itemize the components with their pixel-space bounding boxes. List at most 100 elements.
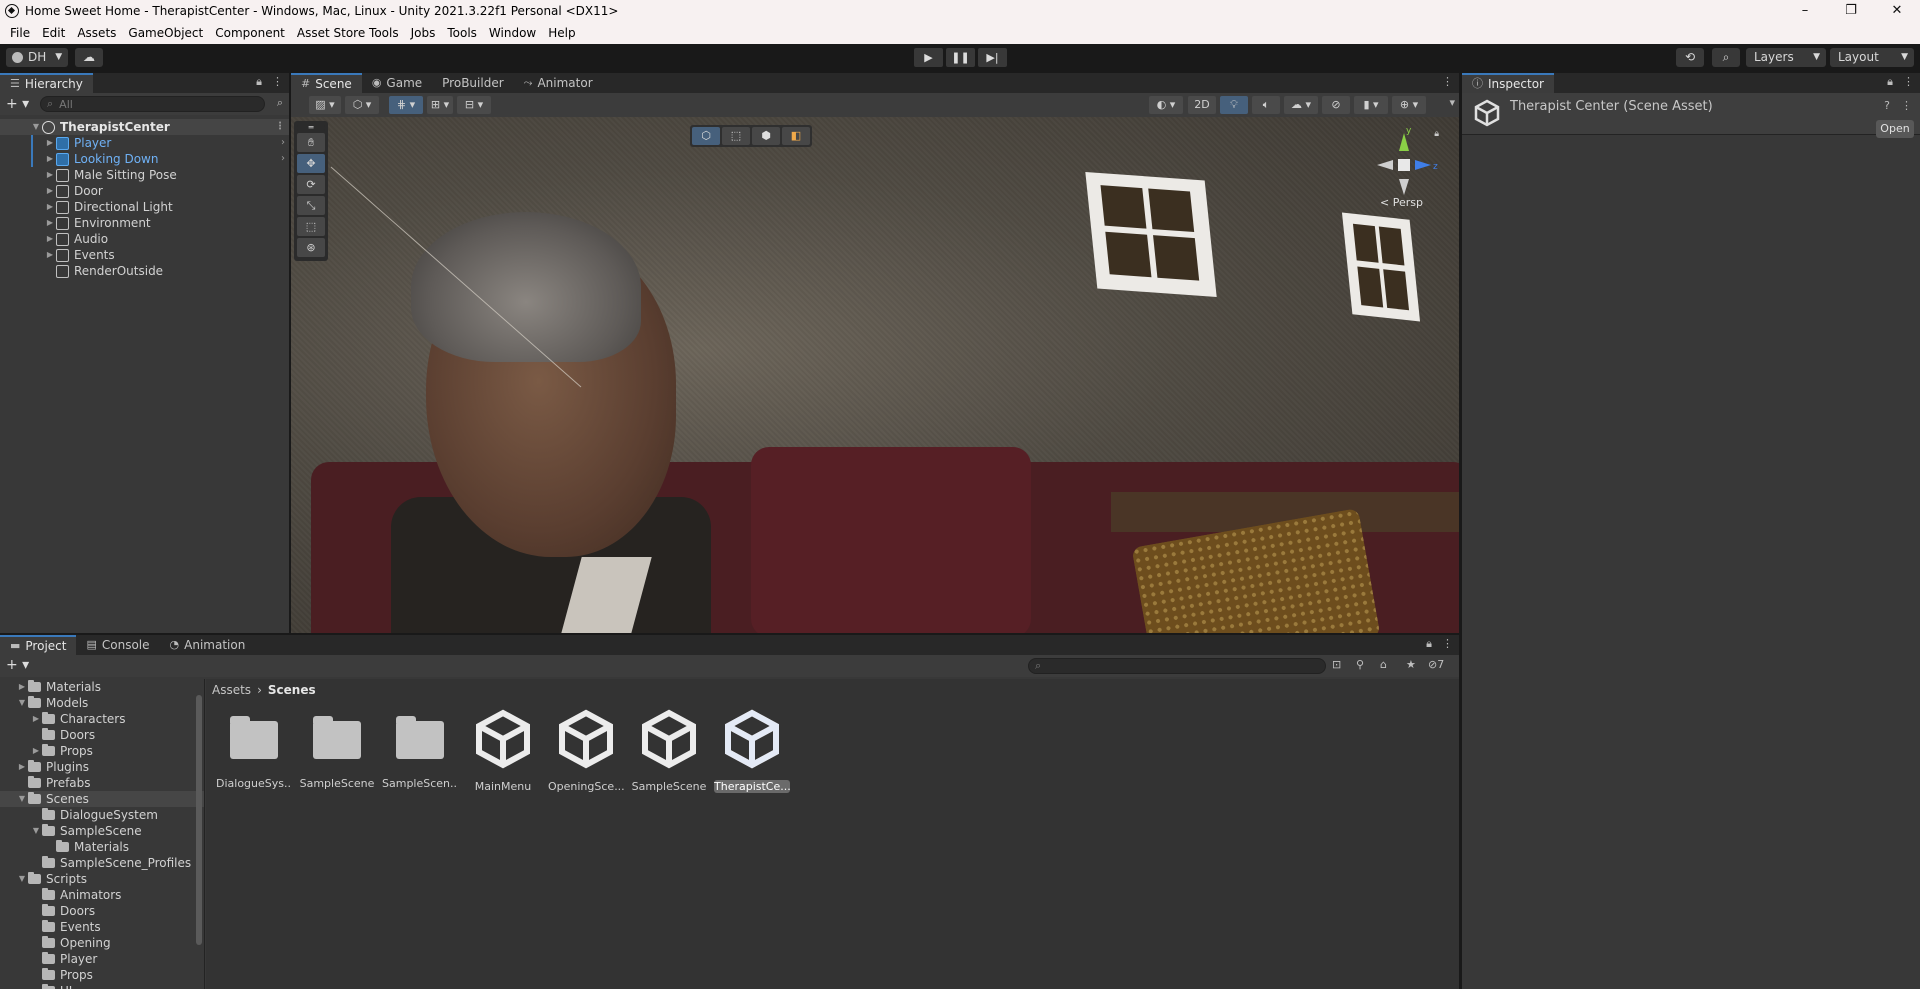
folder-tree-item[interactable]: Materials [0,839,204,855]
collapsed-arrow-icon[interactable]: ▶ [30,711,42,727]
shading-mode-dropdown[interactable]: ◐ ▾ [1149,96,1183,114]
tab-animator[interactable]: ⤳ Animator [514,73,603,93]
y-neg-axis-cone[interactable] [1399,179,1409,195]
chevron-right-icon[interactable]: › [281,151,285,167]
asset-folder[interactable]: SampleScen... [382,709,458,790]
kebab-menu-icon[interactable]: ⋮ [1442,637,1453,651]
menu-gameobject[interactable]: GameObject [122,22,209,44]
expand-arrow-icon[interactable]: ▶ [44,199,56,215]
hierarchy-item-renderoutside[interactable]: RenderOutside [0,263,289,279]
asset-folder[interactable]: SampleScene [299,709,375,790]
folder-tree-item[interactable]: DialogueSystem [0,807,204,823]
kebab-menu-icon[interactable]: ⋮ [272,75,283,89]
hierarchy-item-door[interactable]: ▶ Door [0,183,289,199]
gizmo-center-cube[interactable] [1398,159,1410,171]
lighting-toggle[interactable]: 💡︎ [1220,96,1248,114]
hierarchy-item-directional-light[interactable]: ▶ Directional Light [0,199,289,215]
chevron-right-icon[interactable]: › [281,135,285,151]
grid-snap-toggle[interactable]: ⋕ ▾ [389,96,423,114]
breadcrumb-assets[interactable]: Assets [212,683,251,697]
folder-tree-item[interactable]: ▼ Models [0,695,204,711]
folder-tree-item[interactable]: ▼ Scenes [0,791,204,807]
expand-arrow-icon[interactable]: ▶ [44,215,56,231]
hierarchy-item-player[interactable]: ▶ Player › [0,135,289,151]
gizmo-lock-icon[interactable]: 🔒︎ [1434,129,1439,139]
play-button[interactable]: ▶ [914,48,943,67]
menu-tools[interactable]: Tools [441,22,483,44]
folder-tree-item[interactable]: Props [0,967,204,983]
folder-tree-item[interactable]: UI [0,983,204,989]
tools-grip-icon[interactable]: ═ [297,124,325,132]
folder-tree-item[interactable]: Opening [0,935,204,951]
layers-dropdown[interactable]: Layers ▼ [1746,48,1826,67]
draw-mode-dropdown[interactable]: ▨ ▾ [309,96,341,114]
create-asset-button[interactable]: + ▾ [6,657,29,673]
undo-history-button[interactable]: ⟲ [1676,48,1704,67]
expand-arrow-icon[interactable]: ▶ [44,183,56,199]
move-tool-button[interactable]: ✥ [297,154,325,173]
vertex-mode-button[interactable]: ⬚ [722,127,750,145]
transform-tool-button[interactable]: ⊛ [297,238,325,257]
kebab-menu-icon[interactable]: ⋮ [1442,75,1453,88]
asset-folder[interactable]: DialogueSys... [216,709,292,790]
breadcrumb-scenes[interactable]: Scenes [268,683,316,697]
hidden-objects-toggle[interactable]: ⊘ [1322,96,1350,114]
menu-component[interactable]: Component [209,22,291,44]
menu-file[interactable]: File [4,22,36,44]
hierarchy-item-audio[interactable]: ▶ Audio [0,231,289,247]
orientation-gizmo[interactable]: y z [1369,125,1439,205]
hierarchy-item-male-sitting-pose[interactable]: ▶ Male Sitting Pose [0,167,289,183]
project-search-input[interactable]: ⌕ [1028,658,1326,674]
tab-animation[interactable]: ◔ Animation [160,635,256,655]
collapsed-arrow-icon[interactable]: ▶ [16,759,28,775]
expand-arrow-icon[interactable]: ▶ [44,231,56,247]
folder-tree-item[interactable]: ▶ Characters [0,711,204,727]
folder-tree-scrollbar[interactable] [196,695,202,945]
favorite-star-icon[interactable]: ★ [1406,658,1416,671]
scale-tool-button[interactable]: ⤡ [297,196,325,215]
asset-scene[interactable]: TherapistCe... [714,709,790,793]
tab-hierarchy[interactable]: ☰ Hierarchy [0,73,93,93]
scene-search-icon[interactable]: ⌕ [277,96,283,110]
collapsed-arrow-icon[interactable]: ▶ [30,743,42,759]
expanded-arrow-icon[interactable]: ▼ [16,791,28,807]
expanded-arrow-icon[interactable]: ▼ [16,695,28,711]
folder-tree-item[interactable]: SampleScene_Profiles [0,855,204,871]
audio-toggle[interactable]: 🔈︎ [1252,96,1280,114]
tab-scene[interactable]: # Scene [291,73,362,93]
help-icon[interactable]: ? [1884,99,1890,112]
render-mode-dropdown[interactable]: ⬡ ▾ [345,96,379,114]
kebab-menu-icon[interactable]: ⋮ [1901,99,1912,112]
account-dropdown[interactable]: DH ▼ [6,48,68,67]
folder-tree-item[interactable]: Doors [0,727,204,743]
menu-help[interactable]: Help [542,22,581,44]
folder-tree-item[interactable]: Events [0,919,204,935]
expand-arrow-icon[interactable]: ▶ [44,167,56,183]
collapsed-arrow-icon[interactable]: ▶ [16,679,28,695]
tab-inspector[interactable]: ⓘ Inspector [1462,73,1554,93]
rotate-tool-button[interactable]: ⟳ [297,175,325,194]
add-object-button[interactable]: + ▾ [6,96,29,112]
folder-tree-item[interactable]: ▶ Plugins [0,759,204,775]
grid-visibility-dropdown[interactable]: ⊟ ▾ [457,96,491,114]
minimize-button[interactable]: – [1782,0,1828,22]
folder-tree-item[interactable]: ▶ Props [0,743,204,759]
asset-scene[interactable]: OpeningSce... [548,709,624,793]
tab-project[interactable]: ▬ Project [0,635,77,655]
menu-asset-store-tools[interactable]: Asset Store Tools [291,22,405,44]
folder-tree-item[interactable]: ▶ Materials [0,679,204,695]
scene-toolbar-more-icon[interactable]: ▾ [1449,96,1455,109]
expanded-arrow-icon[interactable]: ▼ [16,871,28,887]
face-mode-button[interactable]: ◧ [782,127,810,145]
step-button[interactable]: ▶| [978,48,1007,67]
expand-arrow-icon[interactable]: ▶ [44,151,56,167]
folder-tree-item[interactable]: Prefabs [0,775,204,791]
menu-assets[interactable]: Assets [71,22,122,44]
menu-jobs[interactable]: Jobs [405,22,442,44]
scene-row[interactable]: ▼ TherapistCenter ⋮ [0,119,289,135]
folder-tree-item[interactable]: Doors [0,903,204,919]
hand-tool-button[interactable]: ✋︎ [297,133,325,152]
tab-console[interactable]: ▤ Console [76,635,159,655]
folder-tree-item[interactable]: ▼ Scripts [0,871,204,887]
search-by-label-icon[interactable]: ⚲ [1356,658,1364,671]
